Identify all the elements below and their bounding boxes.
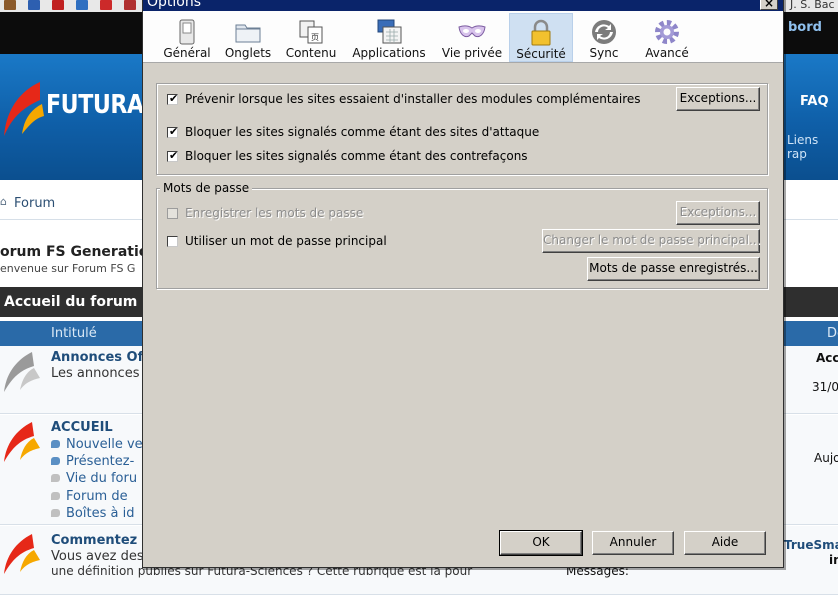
- breadcrumb-forum[interactable]: Forum: [14, 196, 55, 211]
- subforum-link[interactable]: Présentez-: [51, 454, 134, 469]
- subforum-link[interactable]: Vie du foru: [51, 471, 137, 486]
- tab-applications[interactable]: Applications: [351, 13, 427, 62]
- last-post[interactable]: TrueSma: [784, 538, 838, 552]
- forum-unread-icon: [4, 534, 40, 574]
- subforum-link[interactable]: Nouvelle ve: [51, 437, 143, 452]
- passwords-legend: Mots de passe: [160, 181, 253, 195]
- welcome-text: envenue sur Forum FS G: [0, 262, 136, 275]
- column-header-right: De: [827, 326, 838, 341]
- dialog-titlebar[interactable]: Options: [143, 0, 783, 11]
- remember-passwords-checkbox[interactable]: Enregistrer les mots de passe: [167, 206, 467, 222]
- last-post-date: 31/0: [812, 380, 838, 394]
- bookmark-icon[interactable]: [4, 0, 16, 10]
- column-header-title: Intitulé: [51, 326, 97, 341]
- bookmark-icon[interactable]: [76, 0, 88, 10]
- subforum-icon: [51, 492, 60, 500]
- tab-avance[interactable]: Avancé: [637, 13, 697, 62]
- bookmark-icon[interactable]: [28, 0, 40, 10]
- user-name: J. S. Bac: [790, 0, 835, 11]
- tab-securite[interactable]: Sécurité: [509, 13, 573, 62]
- privacy-mask-icon: [458, 25, 486, 38]
- subforum-icon: [51, 509, 60, 517]
- tab-contenu[interactable]: 页 Contenu: [281, 13, 341, 62]
- forum-section-title[interactable]: Accueil du forum: [4, 294, 137, 310]
- tab-sync[interactable]: Sync: [579, 13, 629, 62]
- warn-addons-checkbox[interactable]: ✔ Prévenir lorsque les sites essaient d'…: [167, 92, 667, 108]
- last-post: in: [829, 553, 838, 567]
- subforum-link[interactable]: Forum de: [51, 489, 128, 504]
- security-lock-icon: [531, 19, 551, 46]
- subforum-icon: [51, 474, 60, 482]
- forum-read-icon: [4, 352, 40, 392]
- faq-link[interactable]: FAQ: [800, 94, 829, 109]
- forum-description: Vous avez des: [51, 549, 144, 564]
- forum-link[interactable]: Commentez l: [51, 533, 146, 548]
- tab-general[interactable]: Général: [157, 13, 217, 62]
- tab-onglets[interactable]: Onglets: [221, 13, 275, 62]
- help-button[interactable]: Aide: [684, 531, 766, 555]
- dialog-title: Options: [147, 0, 202, 10]
- forum-description: Les annonces: [51, 366, 140, 381]
- home-icon[interactable]: ⌂: [0, 196, 9, 207]
- tab-vie-privee[interactable]: Vie privée: [437, 13, 507, 62]
- forum-unread-icon: [4, 422, 40, 462]
- options-tabbar: Général Onglets 页 Contenu Applications V…: [143, 11, 783, 63]
- bookmark-icon[interactable]: [124, 0, 136, 10]
- subforum-icon: [51, 440, 60, 448]
- tabs-folder-icon: [235, 24, 261, 43]
- content-page-icon: 页: [299, 20, 323, 44]
- passwords-exceptions-button[interactable]: Exceptions...: [676, 201, 760, 225]
- last-post-date: Aujo: [814, 451, 838, 465]
- sync-icon: [592, 20, 616, 44]
- master-password-checkbox[interactable]: Utiliser un mot de passe principal: [167, 234, 467, 250]
- subforum-link[interactable]: Boîtes à id: [51, 506, 134, 521]
- cancel-button[interactable]: Annuler: [592, 531, 674, 555]
- close-icon[interactable]: ×: [760, 0, 778, 10]
- addons-exceptions-button[interactable]: Exceptions...: [676, 87, 760, 111]
- forum-link[interactable]: Annonces Of: [51, 350, 143, 365]
- last-post[interactable]: Acc: [816, 351, 838, 365]
- applications-icon: [377, 19, 402, 44]
- forum-title: orum FS Generatio: [0, 244, 149, 260]
- quick-links[interactable]: Liens rap: [787, 133, 838, 161]
- subforum-icon: [51, 457, 60, 465]
- block-forgery-sites-checkbox[interactable]: ✔ Bloquer les sites signalés comme étant…: [167, 149, 567, 165]
- change-master-password-button[interactable]: Changer le mot de passe principal...: [542, 229, 760, 253]
- block-attack-sites-checkbox[interactable]: ✔ Bloquer les sites signalés comme étant…: [167, 125, 567, 141]
- futura-logo-icon: [4, 82, 44, 136]
- advanced-gear-icon: [655, 20, 679, 44]
- forum-link[interactable]: ACCUEIL: [51, 420, 113, 435]
- saved-passwords-button[interactable]: Mots de passe enregistrés...: [587, 257, 760, 281]
- site-logo-text: FUTURA: [46, 90, 144, 120]
- bookmark-icon[interactable]: [52, 0, 64, 10]
- svg-text:页: 页: [311, 33, 319, 42]
- bookmark-icon[interactable]: [100, 0, 112, 10]
- ok-button[interactable]: OK: [499, 530, 583, 556]
- general-switch-icon: [179, 19, 195, 45]
- header-link[interactable]: bord: [788, 20, 822, 35]
- options-dialog: Options Général Onglets 页 Contenu Applic…: [142, 0, 784, 568]
